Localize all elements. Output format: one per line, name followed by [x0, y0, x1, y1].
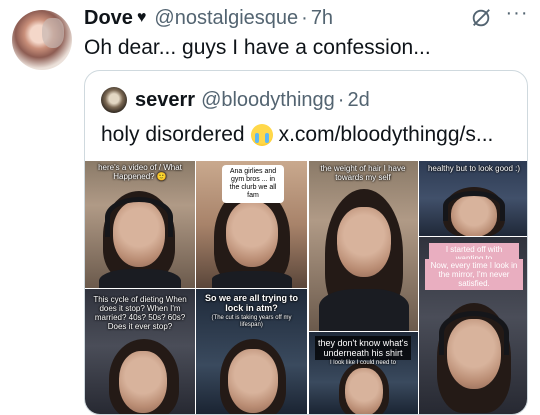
headphones-icon: [443, 191, 505, 221]
collage-cell: So we are all trying to lock in atm? (Th…: [196, 289, 307, 414]
headphones-icon: [105, 197, 173, 237]
video-subcaption: I look like I could need to: [329, 360, 397, 366]
media-image-right[interactable]: the weight of hair I have towards my sel…: [309, 161, 527, 414]
video-caption: healthy but to look good :): [427, 164, 521, 173]
separator-dot: ·: [301, 6, 308, 29]
more-options-icon[interactable]: ···: [505, 3, 529, 30]
quoted-tweet-header: severr @bloodythingg · 2d: [101, 87, 370, 113]
media-grid: here's a video of / What Happened? 🙂 Ana…: [85, 161, 527, 414]
reply-caption: Ana girlies and gym bros ... in the clur…: [222, 165, 284, 203]
headphones-icon: [439, 311, 509, 355]
video-subcaption: (The cut is taking years off my lifespan…: [211, 315, 292, 328]
tweet[interactable]: Dove ♥ @nostalgiesque · 7h ··· Oh dear..…: [0, 0, 540, 415]
author-display-name[interactable]: Dove: [84, 7, 133, 30]
collage-cell: Ana girlies and gym bros ... in the clur…: [196, 161, 307, 288]
video-caption: Now, every time I look in the mirror, I'…: [425, 259, 523, 290]
media-image-left[interactable]: here's a video of / What Happened? 🙂 Ana…: [85, 161, 307, 414]
person-face: [228, 349, 278, 413]
person-face: [345, 368, 383, 414]
collage-cell: they don't know what's underneath his sh…: [309, 332, 418, 414]
grok-icon[interactable]: [470, 7, 492, 29]
tweet-text: Oh dear... guys I have a confession...: [84, 36, 431, 59]
collage-cell: This cycle of dieting When does it stop?…: [85, 289, 195, 414]
quoted-tweet[interactable]: severr @bloodythingg · 2d holy disordere…: [84, 70, 528, 415]
video-caption: So we are all trying to lock in atm?: [204, 293, 299, 313]
collage-cell: the weight of hair I have towards my sel…: [309, 161, 418, 331]
person-face: [337, 207, 391, 277]
video-caption: This cycle of dieting When does it stop?…: [93, 295, 187, 331]
person-face: [226, 201, 278, 267]
quoted-author-handle[interactable]: @bloodythingg: [201, 89, 335, 112]
crying-face-icon: [250, 124, 273, 146]
collage-cell: healthy but to look good :): [419, 161, 527, 236]
person-face: [119, 351, 167, 413]
video-caption: the weight of hair I have towards my sel…: [320, 164, 406, 182]
tweet-timestamp[interactable]: 7h: [311, 7, 333, 30]
collage-cell: I started off with wanting to Now, every…: [419, 237, 527, 414]
quoted-author-avatar[interactable]: [101, 87, 127, 113]
author-avatar[interactable]: [12, 10, 72, 70]
video-caption: here's a video of / What Happened? 🙂: [98, 163, 182, 181]
author-handle[interactable]: @nostalgiesque: [154, 7, 298, 30]
quoted-link[interactable]: x.com/bloodythingg/s...: [279, 123, 494, 147]
quoted-tweet-text: holy disordered x.com/bloodythingg/s...: [101, 123, 493, 147]
black-heart-icon: ♥: [136, 9, 147, 26]
quoted-author-display-name[interactable]: severr: [135, 89, 195, 112]
quoted-text-content: holy disordered: [101, 123, 245, 146]
collage-cell: here's a video of / What Happened? 🙂: [85, 161, 195, 288]
separator-dot: ·: [337, 88, 345, 111]
quoted-tweet-timestamp[interactable]: 2d: [347, 89, 369, 112]
tweet-header: Dove ♥ @nostalgiesque · 7h: [84, 5, 333, 31]
video-caption: they don't know what's underneath his sh…: [315, 336, 411, 360]
